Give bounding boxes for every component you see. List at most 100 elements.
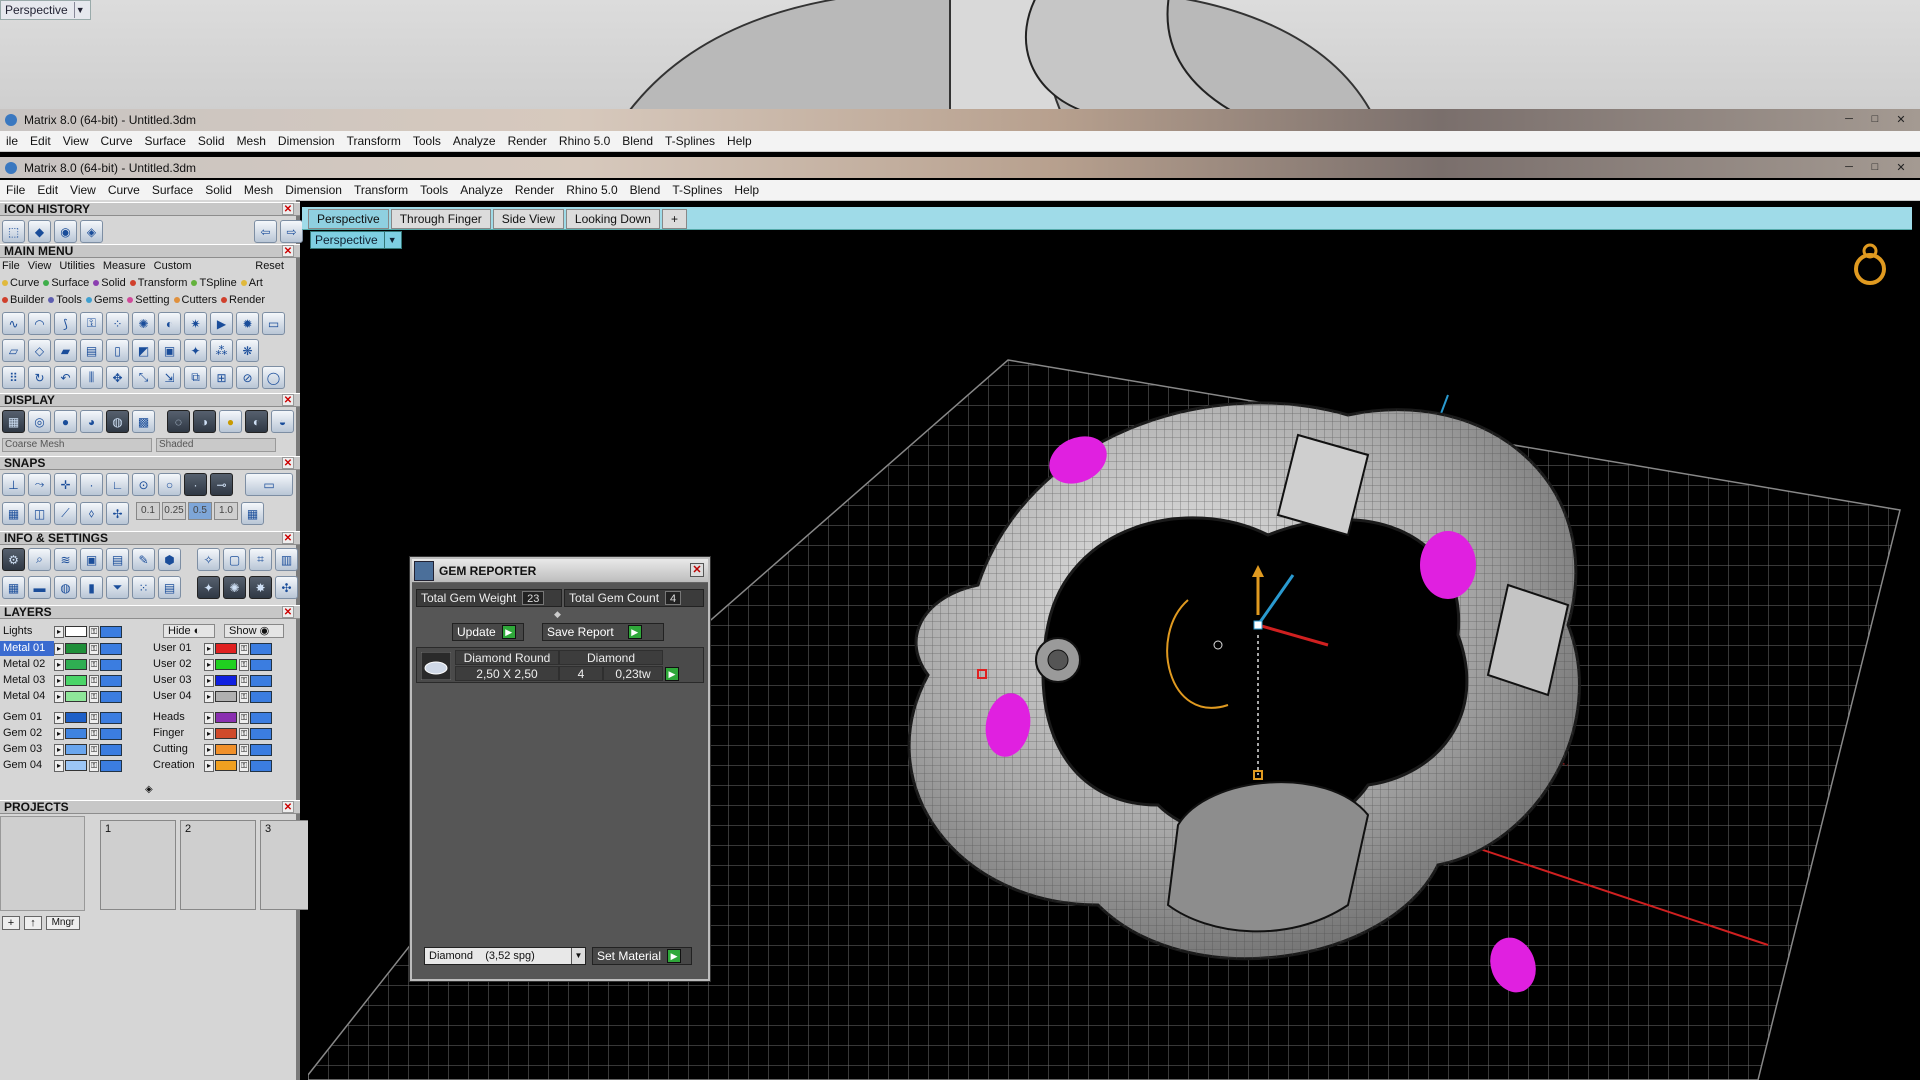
snap-end-icon[interactable]: ⊥: [2, 473, 25, 496]
menu-rhino-5-0[interactable]: Rhino 5.0: [560, 183, 623, 197]
visibility-toggle[interactable]: ▸: [204, 743, 214, 756]
menu-edit[interactable]: Edit: [31, 183, 64, 197]
layer-color-swatch[interactable]: [65, 712, 87, 723]
lock-icon[interactable]: ⚿: [239, 743, 249, 756]
category-render[interactable]: Render: [221, 294, 265, 306]
manager-button[interactable]: Mngr: [46, 916, 80, 930]
main-menu-item-measure[interactable]: Measure: [103, 260, 146, 272]
visibility-toggle[interactable]: ▸: [54, 625, 64, 638]
visibility-toggle[interactable]: ▸: [204, 674, 214, 687]
close-icon[interactable]: ✕: [282, 245, 294, 257]
close-icon[interactable]: ✕: [690, 563, 704, 577]
planar-icon[interactable]: ◫: [28, 502, 51, 525]
layer-name[interactable]: Finger: [150, 726, 204, 741]
layer-visibility-bar[interactable]: [100, 759, 122, 772]
menu-back-dimension[interactable]: Dimension: [272, 134, 341, 148]
layer-name[interactable]: Creation: [150, 758, 204, 773]
menu-back-edit[interactable]: Edit: [24, 134, 57, 148]
layer-row[interactable]: Gem 01 ▸ ⚿: [0, 710, 122, 725]
update-button[interactable]: Update ▶: [452, 623, 524, 641]
layer-row[interactable]: User 04 ▸ ⚿: [150, 689, 272, 704]
layer-row[interactable]: Cutting ▸ ⚿: [150, 742, 272, 757]
lights-vis-bar[interactable]: [100, 625, 122, 638]
forward-arrow-icon[interactable]: ⇨: [280, 220, 303, 243]
panel-view-icon[interactable]: ▬: [28, 576, 51, 599]
layer-color-swatch[interactable]: [65, 675, 87, 686]
rotate-icon[interactable]: ↻: [28, 366, 51, 389]
menu-back-view[interactable]: View: [57, 134, 95, 148]
page-icon[interactable]: ▯: [106, 339, 129, 362]
grid-view-icon[interactable]: ▦: [2, 576, 25, 599]
scatter-icon[interactable]: ⁙: [132, 576, 155, 599]
add-tab-button[interactable]: +: [661, 209, 687, 229]
layer-visibility-bar[interactable]: [250, 674, 272, 687]
cube-icon[interactable]: ▣: [158, 339, 181, 362]
layer-visibility-bar[interactable]: [250, 690, 272, 703]
gem-table-row[interactable]: Diamond Round Diamond 2,50 X 2,50 4 0,23…: [416, 647, 704, 683]
blend-icon[interactable]: ◩: [132, 339, 155, 362]
menu-back-help[interactable]: Help: [721, 134, 758, 148]
lock-icon[interactable]: ⚿: [89, 759, 99, 772]
split-icon[interactable]: ⊞: [210, 366, 233, 389]
layer-row[interactable]: Creation ▸ ⚿: [150, 758, 272, 773]
close-icon[interactable]: ✕: [282, 457, 294, 469]
layer-name[interactable]: Metal 02: [0, 657, 54, 672]
history-icon-1[interactable]: ⬚: [2, 220, 25, 243]
bezier-tool-icon[interactable]: ⟆: [54, 312, 77, 335]
back-window-titlebar[interactable]: Matrix 8.0 (64-bit) - Untitled.3dm ─ □ ✕: [0, 109, 1920, 131]
visibility-toggle[interactable]: ▸: [204, 711, 214, 724]
bend-icon[interactable]: ↶: [54, 366, 77, 389]
layer-name[interactable]: Gem 04: [0, 758, 54, 773]
menu-render[interactable]: Render: [509, 183, 560, 197]
save-report-button[interactable]: Save Report ▶: [542, 623, 664, 641]
main-menu-item-utilities[interactable]: Utilities: [59, 260, 94, 272]
rendered-sphere-icon[interactable]: ◕: [80, 410, 103, 433]
arc-tool-icon[interactable]: ◠: [28, 312, 51, 335]
close-icon[interactable]: ✕: [1890, 111, 1912, 127]
gem-tool-icon[interactable]: ✺: [132, 312, 155, 335]
crop-icon[interactable]: ⌗: [249, 548, 272, 571]
layer-color-swatch[interactable]: [65, 728, 87, 739]
up-arrow-icon[interactable]: ↑: [24, 916, 42, 930]
menu-transform[interactable]: Transform: [348, 183, 414, 197]
lock-icon[interactable]: ⚿: [239, 711, 249, 724]
menu-back-ile[interactable]: ile: [0, 134, 24, 148]
category-curve[interactable]: Curve: [2, 277, 39, 289]
layer-color-swatch[interactable]: [215, 659, 237, 670]
array-icon[interactable]: ⠿: [2, 366, 25, 389]
layer-visibility-bar[interactable]: [100, 711, 122, 724]
close-icon[interactable]: ✕: [1890, 159, 1912, 175]
circle-icon[interactable]: ◯: [262, 366, 285, 389]
lock-icon[interactable]: ⚿: [239, 759, 249, 772]
pave-icon[interactable]: ⁂: [210, 339, 233, 362]
minimize-icon[interactable]: ─: [1838, 159, 1860, 175]
menu-t-splines[interactable]: T-Splines: [666, 183, 728, 197]
display-settings-icon[interactable]: ▩: [132, 410, 155, 433]
layer-row[interactable]: Heads ▸ ⚿: [150, 710, 272, 725]
layer-row[interactable]: Finger ▸ ⚿: [150, 726, 272, 741]
layer-name[interactable]: Metal 01: [0, 641, 54, 656]
expand-icon[interactable]: ◈: [145, 784, 153, 795]
spark-icon[interactable]: ✸: [249, 576, 272, 599]
layer-visibility-bar[interactable]: [250, 727, 272, 740]
visibility-toggle[interactable]: ▸: [54, 743, 64, 756]
zoom-icon[interactable]: ⌕: [28, 548, 51, 571]
layer-visibility-bar[interactable]: [100, 690, 122, 703]
layer-row[interactable]: Gem 03 ▸ ⚿: [0, 742, 122, 757]
lock-icon[interactable]: ⚿: [89, 690, 99, 703]
layer-visibility-bar[interactable]: [100, 642, 122, 655]
layer-color-swatch[interactable]: [215, 691, 237, 702]
shape-tool-icon[interactable]: ◐: [158, 312, 181, 335]
environment-icon[interactable]: ◌: [167, 410, 190, 433]
tab-through-finger[interactable]: Through Finger: [390, 209, 491, 229]
columns-icon[interactable]: ⫼: [80, 366, 103, 389]
layer-row[interactable]: Metal 02 ▸ ⚿: [0, 657, 122, 672]
menu-back-tools[interactable]: Tools: [407, 134, 447, 148]
snap-quad-icon[interactable]: ○: [158, 473, 181, 496]
visibility-toggle[interactable]: ▸: [204, 690, 214, 703]
background-view-label[interactable]: Perspective ▼: [0, 0, 91, 20]
sweep-icon[interactable]: ▤: [80, 339, 103, 362]
doc-icon[interactable]: ▤: [106, 548, 129, 571]
layer-color-swatch[interactable]: [215, 760, 237, 771]
grid-icon[interactable]: ▦: [241, 502, 264, 525]
